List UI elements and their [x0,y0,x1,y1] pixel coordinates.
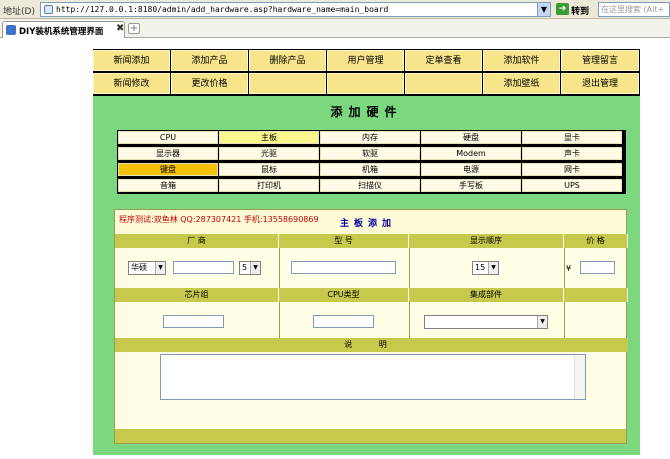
category-item[interactable]: 硬盘 [421,131,521,144]
header-order: 显示顺序 [409,234,564,248]
category-item[interactable]: 网卡 [522,163,622,176]
nav-item[interactable]: 更改价格 [171,73,248,94]
nav-item[interactable]: 用户管理 [327,50,404,71]
cpu-type-input[interactable] [313,315,374,328]
divider [409,302,410,338]
category-item[interactable]: UPS [522,179,622,192]
category-item[interactable]: 键盘 [118,163,218,176]
category-item[interactable]: 电源 [421,163,521,176]
admin-nav: 新闻添加 添加产品 删除产品 用户管理 定单查看 添加软件 管理留言新闻修改 更改价格 添加壁纸… [93,49,640,96]
nav-item[interactable]: 新闻修改 [93,73,170,94]
order-value: 15 [475,263,486,272]
nav-item[interactable]: 添加壁纸 [483,73,560,94]
category-table: CPU 主板 内存 硬盘 显卡显示器 光驱 软驱 Modem 声卡键盘 鼠标 机箱 电源 网卡音箱 打印机… [117,130,626,194]
form-footer-bar [115,429,626,443]
header-manufacturer: 厂 商 [115,234,279,248]
test-info: 程序测试:双鱼林 QQ:287307421 手机:13558690869 [119,215,319,224]
order-select[interactable]: 15 ▼ [472,261,499,275]
header-cpu-type: CPU类型 [279,288,409,302]
manufacturer-sub-select[interactable]: 5 ▼ [239,261,261,275]
price-input[interactable] [580,261,615,274]
chevron-down-icon: ▼ [488,262,498,274]
header-integrated: 集成部件 [409,288,564,302]
nav-item[interactable]: 管理留言 [561,50,639,71]
category-item[interactable]: 机箱 [320,163,420,176]
category-item[interactable]: 音箱 [118,179,218,192]
scrollbar[interactable] [574,355,585,399]
category-item[interactable]: 打印机 [219,179,319,192]
divider [279,302,280,338]
header-price: 价 格 [564,234,628,248]
chevron-down-icon: ▼ [250,262,260,274]
divider [279,248,280,288]
header-model: 型 号 [279,234,409,248]
divider [564,248,565,288]
go-arrow-icon: ➜ [556,3,569,15]
tab-bar: DIY装机系统管理界面 ✖ + [0,19,670,38]
category-item[interactable]: 显卡 [522,131,622,144]
nav-item[interactable]: 定单查看 [405,50,482,71]
nav-empty-cell [405,73,482,94]
nav-empty-cell [327,73,404,94]
go-label: 转到 [571,7,590,17]
chevron-down-icon: ▼ [537,316,547,328]
address-url[interactable]: http://127.0.0.1:8180/admin/add_hardware… [56,5,388,14]
nav-empty-cell [249,73,326,94]
category-item[interactable]: Modem [421,147,521,160]
page-title: 添加硬件 [330,105,403,119]
model-input[interactable] [291,261,396,274]
address-label: 地址(D) [3,7,35,17]
go-button[interactable]: ➜ 转到 [556,2,594,17]
chipset-input[interactable] [163,315,224,328]
category-item[interactable]: 主板 [219,131,319,144]
header-empty [564,288,628,302]
main-panel: 添加硬件 CPU 主板 内存 硬盘 显卡显示器 光驱 软驱 Modem 声卡键盘 鼠标 机箱 电源 网卡… [93,96,640,455]
divider [564,302,565,338]
category-item[interactable]: 软驱 [320,147,420,160]
form-heading: 主板添加 [340,219,397,229]
header-description: 说 明 [115,338,628,352]
search-input[interactable]: 在这里搜索 (Alt+ [598,2,670,17]
category-item[interactable]: 鼠标 [219,163,319,176]
integrated-select[interactable]: ▼ [424,315,548,329]
category-item[interactable]: CPU [118,131,218,144]
tab-admin[interactable]: DIY装机系统管理界面 ✖ [2,21,125,38]
manufacturer-select[interactable]: 华硕 ▼ [128,261,166,275]
nav-item[interactable]: 添加产品 [171,50,248,71]
category-item[interactable]: 手写板 [421,179,521,192]
category-item[interactable]: 显示器 [118,147,218,160]
address-bar: 地址(D) http://127.0.0.1:8180/admin/add_ha… [0,0,670,19]
category-item[interactable]: 内存 [320,131,420,144]
form-header: 程序测试:双鱼林 QQ:287307421 手机:13558690869 主板添… [115,210,626,234]
tab-title: DIY装机系统管理界面 [19,27,104,37]
chevron-down-icon[interactable]: ▼ [537,3,550,16]
nav-item[interactable]: 退出管理 [561,73,639,94]
price-prefix: ¥ [566,264,572,273]
hardware-form: 程序测试:双鱼林 QQ:287307421 手机:13558690869 主板添… [114,209,628,444]
tab-page-icon [6,25,16,35]
new-tab-icon[interactable]: + [128,23,140,34]
description-textarea[interactable] [160,354,586,400]
header-chipset: 芯片组 [115,288,279,302]
page-icon [44,5,53,14]
manufacturer-value: 华硕 [131,263,147,272]
manufacturer-input[interactable] [173,261,234,274]
close-icon[interactable]: ✖ [116,23,124,34]
chevron-down-icon: ▼ [155,262,165,274]
nav-item[interactable]: 添加软件 [483,50,560,71]
category-item[interactable]: 扫描仪 [320,179,420,192]
nav-item[interactable]: 删除产品 [249,50,326,71]
divider [409,248,410,288]
address-input[interactable]: http://127.0.0.1:8180/admin/add_hardware… [40,2,551,17]
category-item[interactable]: 光驱 [219,147,319,160]
manufacturer-sub-value: 5 [242,263,248,272]
category-item[interactable]: 声卡 [522,147,622,160]
nav-item[interactable]: 新闻添加 [93,50,170,71]
